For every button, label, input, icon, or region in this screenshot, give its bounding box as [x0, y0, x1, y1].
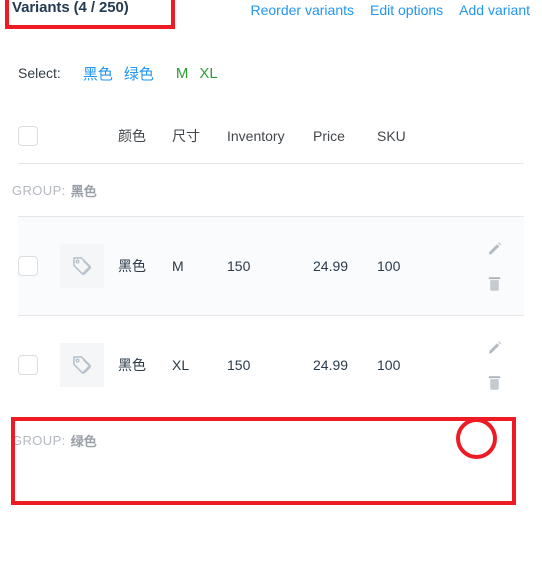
select-label: Select:	[18, 65, 61, 81]
trash-icon[interactable]	[484, 273, 504, 293]
variant-thumbnail	[60, 244, 104, 288]
group-value: 黑色	[70, 183, 97, 199]
select-option-xl[interactable]: XL	[199, 65, 217, 82]
cell-size: M	[172, 258, 184, 274]
group-label: GROUP:	[12, 432, 66, 448]
column-header-price: Price	[313, 127, 345, 144]
cell-color: 黑色	[118, 357, 146, 373]
add-variant-link[interactable]: Add variant	[459, 2, 530, 18]
edit-pencil-icon[interactable]	[484, 338, 504, 358]
group-header-black: GROUP: 黑色	[0, 164, 542, 216]
row-checkbox[interactable]	[18, 256, 38, 276]
row-image-cell	[60, 343, 118, 387]
select-option-black[interactable]: 黑色	[83, 63, 113, 84]
row-image-cell	[60, 244, 118, 288]
tag-icon	[73, 356, 92, 375]
cell-size: XL	[172, 357, 190, 373]
header-actions: Reorder variants Edit options Add varian…	[251, 2, 531, 18]
group-value: 绿色	[70, 433, 97, 449]
cell-color: 黑色	[118, 258, 146, 274]
cell-sku: 100	[377, 258, 401, 274]
trash-icon[interactable]	[484, 372, 504, 392]
table-row[interactable]: 黑色 M 150 24.99 100	[18, 217, 524, 315]
variant-thumbnail	[60, 343, 104, 387]
select-all-checkbox[interactable]	[18, 125, 38, 146]
table-row[interactable]: 黑色 XL 150 24.99 100	[18, 316, 524, 414]
cell-inventory: 150	[227, 258, 251, 274]
edit-pencil-icon[interactable]	[484, 239, 504, 259]
row-checkbox[interactable]	[18, 355, 38, 375]
select-option-green[interactable]: 绿色	[124, 63, 154, 84]
row-select-cell[interactable]	[18, 355, 60, 375]
row-actions	[484, 316, 504, 414]
select-all-cell[interactable]	[18, 125, 60, 146]
cell-price: 24.99	[313, 258, 349, 274]
row-select-cell[interactable]	[18, 256, 60, 276]
edit-options-link[interactable]: Edit options	[370, 2, 443, 18]
column-header-inventory: Inventory	[227, 127, 285, 144]
column-header-sku: SKU	[377, 127, 406, 144]
select-option-m[interactable]: M	[176, 65, 189, 82]
row-actions	[484, 217, 504, 315]
page-title: Variants (4 / 250)	[12, 0, 129, 16]
variants-table: 颜色 尺寸 Inventory Price SKU GROUP: 黑色 黑色 M…	[0, 108, 542, 466]
cell-price: 24.99	[313, 357, 349, 373]
variants-card-header: Variants (4 / 250) Reorder variants Edit…	[0, 0, 542, 30]
table-header-row: 颜色 尺寸 Inventory Price SKU	[18, 108, 524, 164]
select-filter-row: Select: 黑色 绿色 M XL	[0, 60, 542, 86]
reorder-variants-link[interactable]: Reorder variants	[251, 2, 355, 18]
column-header-color: 颜色	[118, 127, 146, 144]
cell-inventory: 150	[227, 357, 251, 373]
tag-icon	[73, 257, 92, 276]
group-label: GROUP:	[12, 182, 66, 198]
group-header-green: GROUP: 绿色	[0, 414, 542, 466]
column-header-size: 尺寸	[172, 127, 200, 144]
cell-sku: 100	[377, 357, 401, 373]
